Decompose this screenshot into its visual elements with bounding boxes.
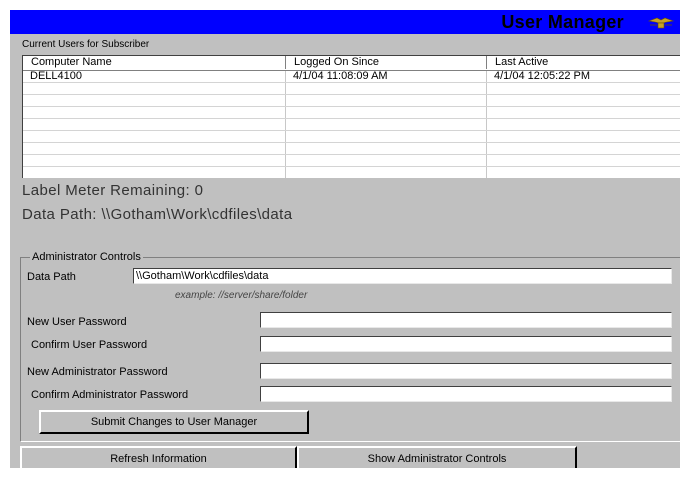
table-row [23,155,680,167]
confirm-user-password-field[interactable] [260,336,672,352]
confirm-user-password-label: Confirm User Password [31,339,148,351]
user-manager-window: User Manager Current Users for Subscribe… [10,10,680,468]
confirm-admin-password-field[interactable] [260,386,672,402]
gold-eagle-logo-icon [648,17,674,29]
title-bar: User Manager [10,10,680,34]
confirm-admin-password-label: Confirm Administrator Password [31,389,189,401]
column-header-last-active[interactable]: Last Active [487,56,680,69]
data-path-status: Data Path: \\Gotham\Work\cdfiles\data [22,206,293,223]
label-meter-remaining: Label Meter Remaining: 0 [22,182,204,199]
new-user-password-label: New User Password [27,316,127,328]
new-user-password-field[interactable] [260,312,672,328]
table-row [23,143,680,155]
table-row [23,83,680,95]
new-admin-password-field[interactable] [260,363,672,379]
column-header-logged-on-since[interactable]: Logged On Since [286,56,487,69]
table-row[interactable]: DELL4100 4/1/04 11:08:09 AM 4/1/04 12:05… [23,71,680,83]
table-row [23,107,680,119]
cell-logged-on-since: 4/1/04 11:08:09 AM [286,71,487,82]
data-path-input[interactable]: \\Gotham\Work\cdfiles\data [133,268,672,284]
administrator-controls-legend: Administrator Controls [30,251,143,263]
users-table[interactable]: Computer Name Logged On Since Last Activ… [22,55,680,178]
data-path-label: Data Path [27,271,76,283]
table-row [23,119,680,131]
show-admin-controls-button[interactable]: Show Administrator Controls [297,446,577,468]
table-row [23,95,680,107]
window-title: User Manager [501,12,624,32]
column-header-computer-name[interactable]: Computer Name [23,56,286,69]
submit-changes-button[interactable]: Submit Changes to User Manager [39,410,309,434]
table-row [23,131,680,143]
refresh-information-button[interactable]: Refresh Information [20,446,297,468]
cell-computer-name: DELL4100 [23,71,286,82]
data-path-example: example: //server/share/folder [175,290,308,301]
cell-last-active: 4/1/04 12:05:22 PM [487,71,680,82]
new-admin-password-label: New Administrator Password [27,366,168,378]
users-table-header: Computer Name Logged On Since Last Activ… [23,56,680,71]
users-caption: Current Users for Subscriber [22,39,150,50]
table-row [23,167,680,178]
